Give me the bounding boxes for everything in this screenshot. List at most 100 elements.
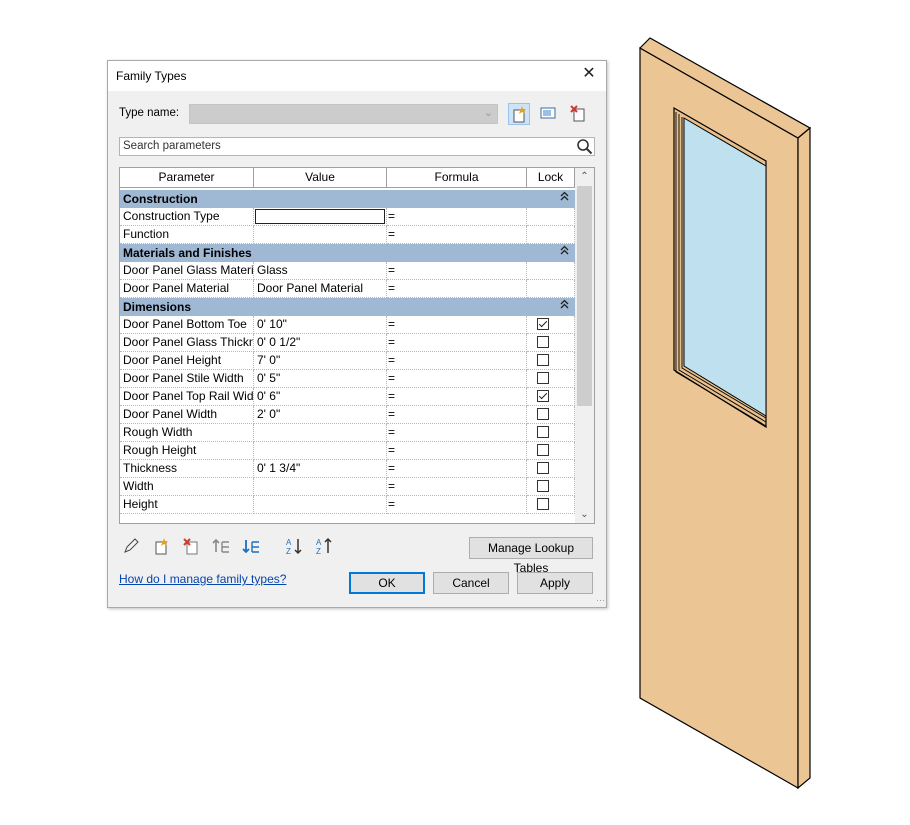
group-header[interactable]: Construction <box>120 190 575 208</box>
table-row[interactable]: Construction Type = <box>120 208 575 226</box>
parameter-value[interactable] <box>254 496 387 514</box>
move-down-icon[interactable] <box>241 536 263 558</box>
parameter-formula[interactable]: = <box>387 388 527 406</box>
search-icon[interactable] <box>576 138 593 158</box>
parameter-formula[interactable]: = <box>387 226 527 244</box>
parameter-formula[interactable]: = <box>387 262 527 280</box>
parameter-value[interactable] <box>254 442 387 460</box>
group-header[interactable]: Materials and Finishes <box>120 244 575 262</box>
table-row[interactable]: Rough Height = <box>120 442 575 460</box>
scroll-up-icon[interactable]: ⌃ <box>575 168 594 185</box>
close-icon[interactable]: ✕ <box>580 65 598 83</box>
parameter-formula[interactable]: = <box>387 370 527 388</box>
parameter-value[interactable]: 2' 0" <box>254 406 387 424</box>
table-row[interactable]: Door Panel Glass Materi Glass = <box>120 262 575 280</box>
parameter-value[interactable]: Door Panel Material <box>254 280 387 298</box>
move-up-icon[interactable] <box>211 536 233 558</box>
parameter-formula[interactable]: = <box>387 460 527 478</box>
edit-parameter-icon[interactable] <box>121 536 143 558</box>
parameter-value[interactable]: 0' 6" <box>254 388 387 406</box>
value-edit-field[interactable] <box>255 209 385 224</box>
col-header-formula[interactable]: Formula <box>387 168 527 188</box>
table-row[interactable]: Door Panel Glass Thickn 0' 0 1/2" = <box>120 334 575 352</box>
lock-checkbox[interactable] <box>537 462 549 474</box>
col-header-lock[interactable]: Lock <box>527 168 575 188</box>
parameter-value[interactable] <box>254 208 387 226</box>
table-row[interactable]: Door Panel Material Door Panel Material = <box>120 280 575 298</box>
parameter-name: Rough Height <box>120 442 254 460</box>
group-header[interactable]: Dimensions <box>120 298 575 316</box>
table-row[interactable]: Door Panel Stile Width 0' 5" = <box>120 370 575 388</box>
sort-descending-icon[interactable]: AZ <box>314 536 336 558</box>
grid-scrollbar[interactable]: ⌃ ⌄ <box>575 168 594 523</box>
lock-checkbox[interactable] <box>537 336 549 348</box>
parameter-value[interactable]: Glass <box>254 262 387 280</box>
parameter-value[interactable]: 0' 1 3/4" <box>254 460 387 478</box>
new-parameter-icon[interactable] <box>151 536 173 558</box>
table-row[interactable]: Door Panel Width 2' 0" = <box>120 406 575 424</box>
scroll-down-icon[interactable]: ⌄ <box>575 506 594 523</box>
resize-grip-icon[interactable]: ⋯ <box>596 595 605 606</box>
parameter-name: Door Panel Width <box>120 406 254 424</box>
parameter-name: Construction Type <box>120 208 254 226</box>
svg-text:A: A <box>286 538 292 547</box>
parameter-name: Width <box>120 478 254 496</box>
manage-lookup-tables-button[interactable]: Manage Lookup Tables <box>469 537 593 575</box>
apply-button[interactable]: Apply <box>517 572 593 594</box>
table-row[interactable]: Thickness 0' 1 3/4" = <box>120 460 575 478</box>
parameter-name: Height <box>120 496 254 514</box>
lock-checkbox[interactable] <box>537 426 549 438</box>
collapse-icon[interactable] <box>560 299 569 310</box>
parameter-lock <box>527 388 575 406</box>
parameter-formula[interactable]: = <box>387 442 527 460</box>
parameter-value[interactable]: 0' 10" <box>254 316 387 334</box>
lock-checkbox[interactable] <box>537 444 549 456</box>
collapse-icon[interactable] <box>560 191 569 202</box>
scroll-thumb[interactable] <box>577 186 592 406</box>
parameter-formula[interactable]: = <box>387 352 527 370</box>
type-name-dropdown[interactable]: ⌄ <box>189 104 498 124</box>
table-row[interactable]: Function = <box>120 226 575 244</box>
parameter-formula[interactable]: = <box>387 208 527 226</box>
lock-checkbox[interactable] <box>537 354 549 366</box>
parameter-lock <box>527 478 575 496</box>
parameter-value[interactable] <box>254 478 387 496</box>
table-row[interactable]: Door Panel Height 7' 0" = <box>120 352 575 370</box>
cancel-button[interactable]: Cancel <box>433 572 509 594</box>
lock-checkbox[interactable] <box>537 390 549 402</box>
ok-button[interactable]: OK <box>349 572 425 594</box>
parameter-value[interactable] <box>254 226 387 244</box>
rename-type-icon[interactable] <box>538 103 560 125</box>
parameter-formula[interactable]: = <box>387 406 527 424</box>
table-row[interactable]: Rough Width = <box>120 424 575 442</box>
lock-checkbox[interactable] <box>537 408 549 420</box>
sort-ascending-icon[interactable]: AZ <box>284 536 306 558</box>
table-row[interactable]: Height = <box>120 496 575 514</box>
parameter-formula[interactable]: = <box>387 424 527 442</box>
collapse-icon[interactable] <box>560 245 569 256</box>
parameter-formula[interactable]: = <box>387 496 527 514</box>
parameter-formula[interactable]: = <box>387 316 527 334</box>
table-row[interactable]: Door Panel Bottom Toe 0' 10" = <box>120 316 575 334</box>
lock-checkbox[interactable] <box>537 498 549 510</box>
parameter-formula[interactable]: = <box>387 478 527 496</box>
col-header-parameter[interactable]: Parameter <box>120 168 254 188</box>
lock-checkbox[interactable] <box>537 372 549 384</box>
parameter-value[interactable] <box>254 424 387 442</box>
table-row[interactable]: Width = <box>120 478 575 496</box>
type-name-label: Type name: <box>119 107 180 119</box>
lock-checkbox[interactable] <box>537 480 549 492</box>
delete-parameter-icon[interactable] <box>181 536 203 558</box>
parameter-value[interactable]: 0' 5" <box>254 370 387 388</box>
col-header-value[interactable]: Value <box>254 168 387 188</box>
search-input[interactable]: Search parameters <box>119 137 595 156</box>
parameter-value[interactable]: 7' 0" <box>254 352 387 370</box>
parameter-formula[interactable]: = <box>387 280 527 298</box>
parameter-value[interactable]: 0' 0 1/2" <box>254 334 387 352</box>
table-row[interactable]: Door Panel Top Rail Wid 0' 6" = <box>120 388 575 406</box>
new-type-icon[interactable] <box>508 103 530 125</box>
help-link[interactable]: How do I manage family types? <box>119 572 286 586</box>
parameter-formula[interactable]: = <box>387 334 527 352</box>
delete-type-icon[interactable] <box>568 103 590 125</box>
lock-checkbox[interactable] <box>537 318 549 330</box>
